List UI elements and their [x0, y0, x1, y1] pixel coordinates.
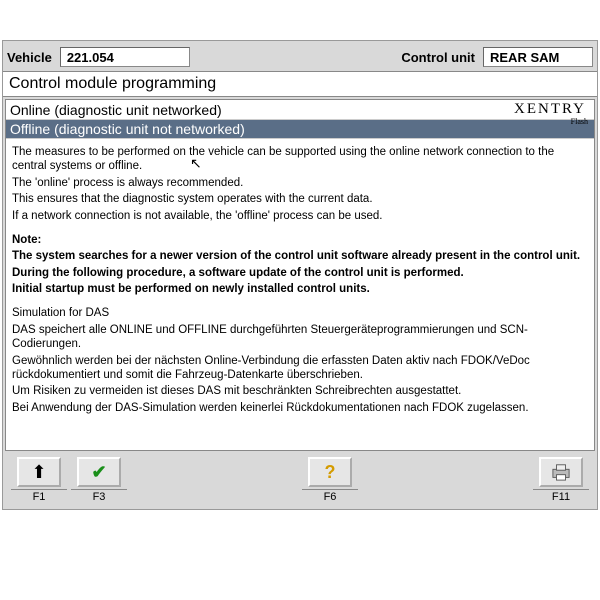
sim-line: Gewöhnlich werden bei der nächsten Onlin…	[12, 354, 588, 383]
option-online-label: Online (diagnostic unit networked)	[10, 102, 222, 118]
content-panel: Online (diagnostic unit networked) XENTR…	[5, 99, 595, 451]
question-icon: ?	[325, 462, 336, 483]
info-line: The measures to be performed on the vehi…	[12, 145, 588, 174]
sim-line: DAS speichert alle ONLINE und OFFLINE du…	[12, 323, 588, 352]
f3-label: F3	[71, 489, 127, 503]
sim-line: Um Risiken zu vermeiden ist dieses DAS m…	[12, 384, 588, 398]
xentry-subtext: Flash	[571, 117, 588, 126]
f6-button[interactable]: ? F6	[300, 457, 360, 503]
check-icon: ✔	[91, 462, 106, 483]
f6-label: F6	[302, 489, 358, 503]
up-arrow-icon: ⬆	[31, 462, 46, 483]
option-offline[interactable]: Offline (diagnostic unit not networked)	[6, 120, 594, 139]
option-offline-label: Offline (diagnostic unit not networked)	[10, 121, 245, 137]
app-window: Vehicle 221.054 Control unit REAR SAM Co…	[2, 40, 598, 510]
control-unit-label: Control unit	[401, 50, 481, 65]
note-line: The system searches for a newer version …	[12, 249, 588, 263]
info-line: If a network connection is not available…	[12, 209, 588, 223]
printer-icon	[550, 463, 572, 481]
f1-label: F1	[11, 489, 67, 503]
xentry-brand: XENTRY Flash	[514, 101, 590, 118]
info-line: The 'online' process is always recommend…	[12, 176, 588, 190]
option-online[interactable]: Online (diagnostic unit networked) XENTR…	[6, 100, 594, 120]
footer-bar: ⬆ F1 ✔ F3 ? F6 F11	[3, 453, 597, 509]
f11-button[interactable]: F11	[531, 457, 591, 503]
f1-button[interactable]: ⬆ F1	[9, 457, 69, 503]
sim-line: Bei Anwendung der DAS-Simulation werden …	[12, 401, 588, 415]
control-unit-value: REAR SAM	[483, 47, 593, 67]
note-line: Initial startup must be performed on new…	[12, 282, 588, 296]
note-heading: Note:	[12, 233, 588, 247]
header-bar: Vehicle 221.054 Control unit REAR SAM	[3, 41, 597, 71]
info-line: This ensures that the diagnostic system …	[12, 192, 588, 206]
f11-label: F11	[533, 489, 589, 503]
sim-heading: Simulation for DAS	[12, 306, 588, 320]
page-title: Control module programming	[3, 71, 597, 97]
note-line: During the following procedure, a softwa…	[12, 266, 588, 280]
xentry-text: XENTRY	[514, 101, 586, 117]
f3-button[interactable]: ✔ F3	[69, 457, 129, 503]
vehicle-label: Vehicle	[7, 50, 58, 65]
body-text: The measures to be performed on the vehi…	[6, 139, 594, 450]
vehicle-value: 221.054	[60, 47, 190, 67]
